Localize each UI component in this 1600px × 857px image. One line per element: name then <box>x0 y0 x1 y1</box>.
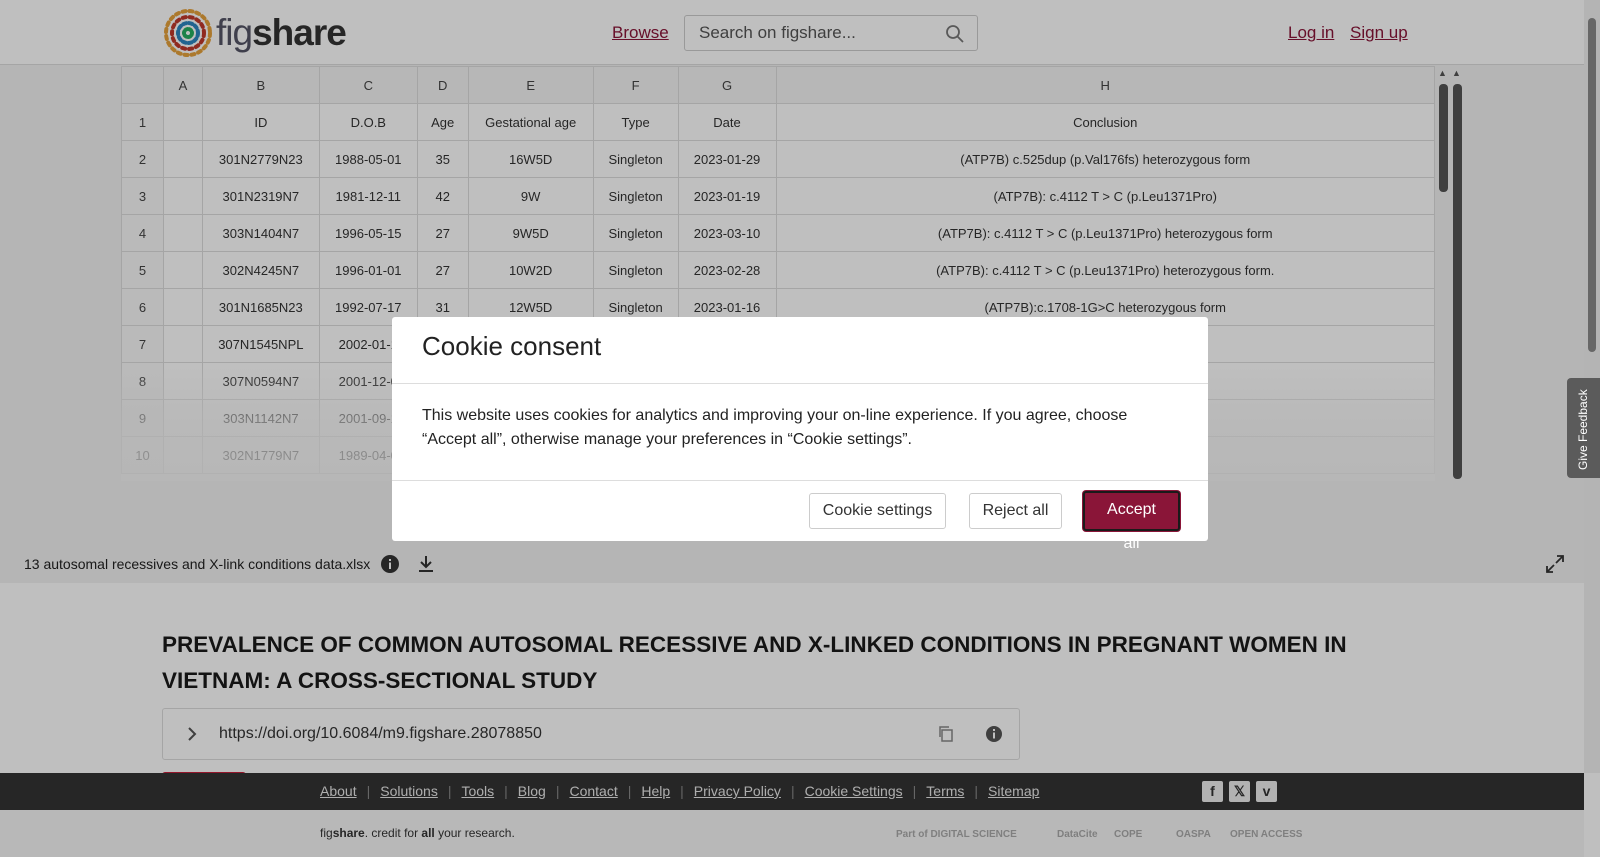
cookie-consent-dialog: Cookie consent This website uses cookies… <box>392 317 1208 552</box>
cookie-dialog-title: Cookie consent <box>422 331 602 361</box>
reject-all-button[interactable]: Reject all <box>969 493 1062 529</box>
cookie-dialog-body: This website uses cookies for analytics … <box>422 407 1128 448</box>
divider <box>392 480 1208 481</box>
cookie-settings-button[interactable]: Cookie settings <box>809 493 946 529</box>
give-feedback-tab[interactable]: Give Feedback <box>1567 378 1600 478</box>
divider <box>392 383 1208 384</box>
give-feedback-label: Give Feedback <box>1576 389 1590 470</box>
accept-all-button[interactable]: Accept all <box>1083 491 1180 552</box>
